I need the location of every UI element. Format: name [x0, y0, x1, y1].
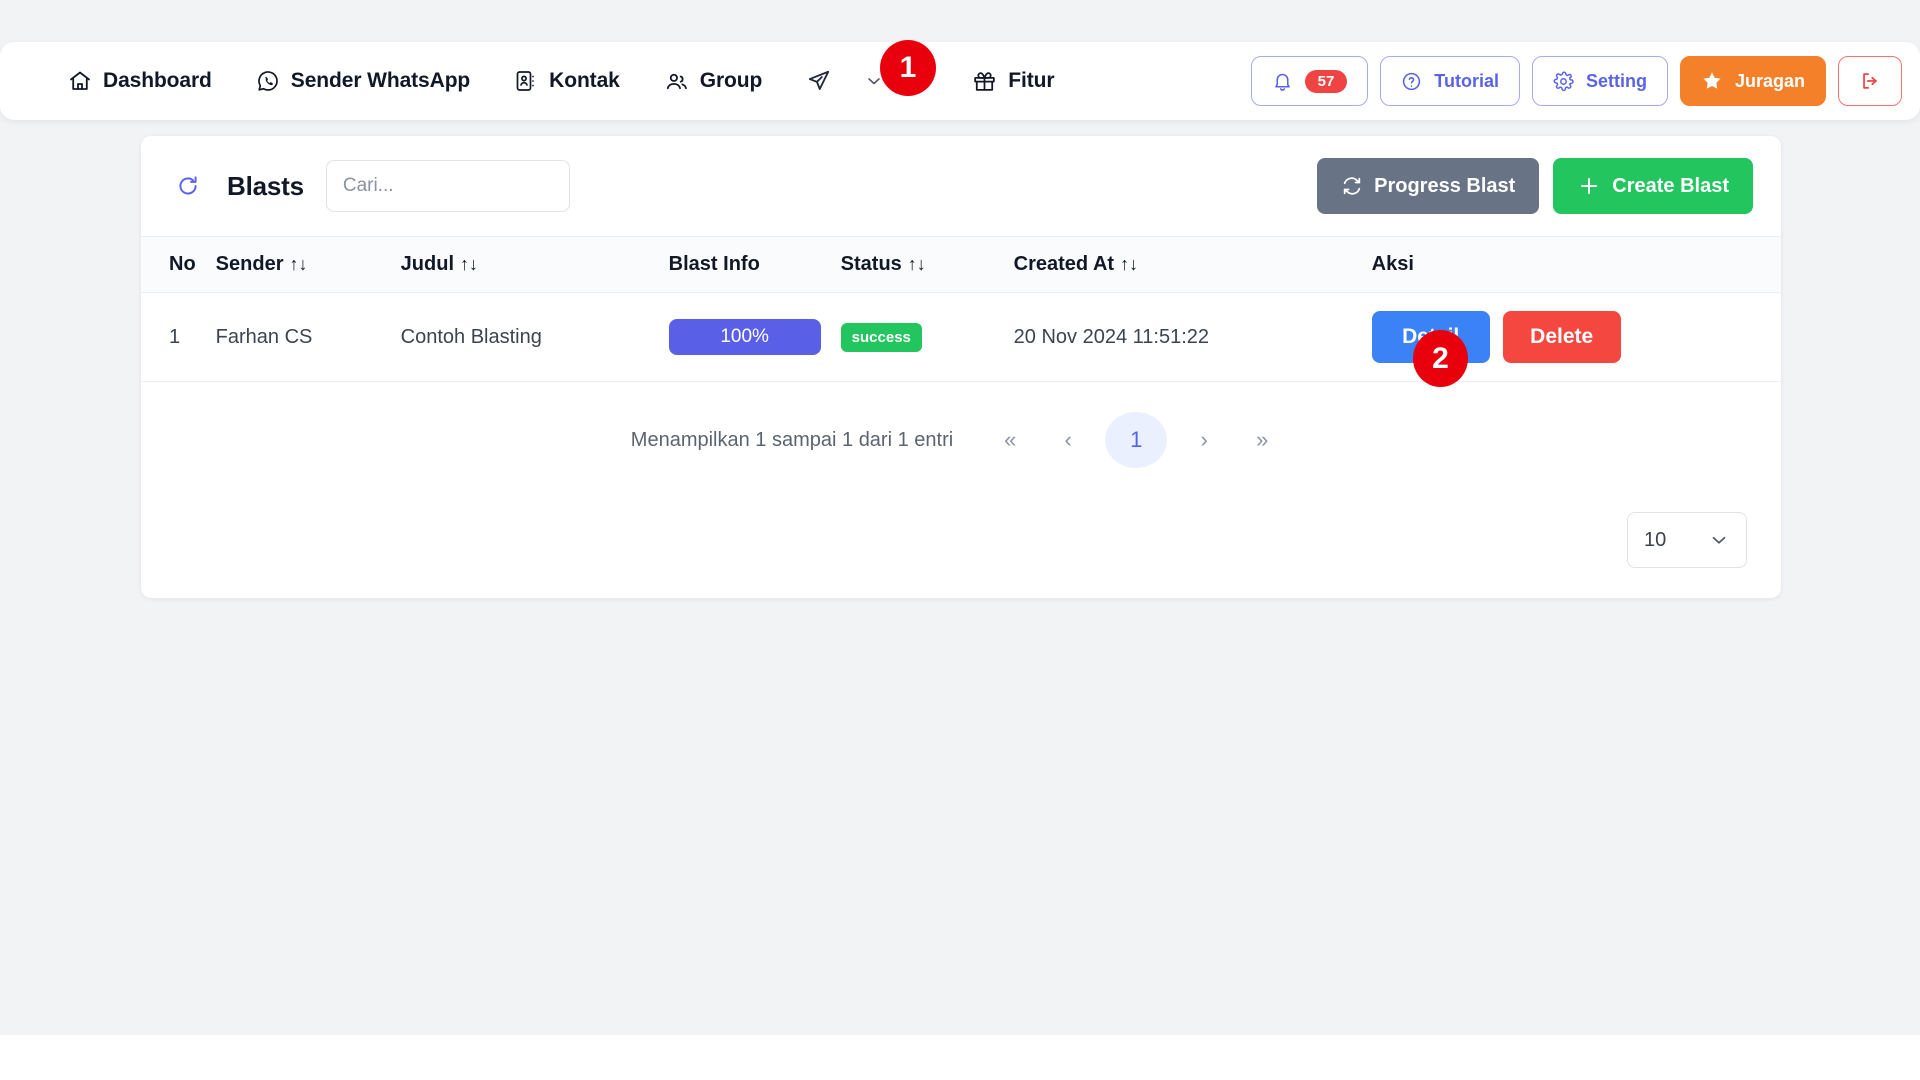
- create-blast-button[interactable]: Create Blast: [1553, 158, 1753, 214]
- cell-created-at: 20 Nov 2024 11:51:22: [1003, 292, 1362, 382]
- top-navbar: Dashboard Sender WhatsApp Kontak Group F…: [0, 42, 1920, 120]
- nav-item-group[interactable]: Group: [642, 61, 785, 102]
- progress-label: 100%: [720, 326, 769, 347]
- column-label: No: [169, 253, 196, 275]
- juragan-label: Juragan: [1734, 70, 1805, 91]
- notification-button[interactable]: 57: [1250, 56, 1369, 106]
- pagination-last[interactable]: »: [1241, 419, 1283, 461]
- setting-label: Setting: [1585, 70, 1647, 91]
- create-blast-label: Create Blast: [1612, 174, 1729, 197]
- column-label: Aksi: [1371, 253, 1414, 275]
- cell-judul: Contoh Blasting: [390, 292, 659, 382]
- column-header-aksi: Aksi: [1362, 237, 1781, 293]
- juragan-button[interactable]: Juragan: [1679, 56, 1826, 106]
- nav-item-label: Sender WhatsApp: [290, 69, 471, 92]
- app-root: Dashboard Sender WhatsApp Kontak Group F…: [0, 0, 1920, 1080]
- table-header-row: No Sender ↑↓ Judul ↑↓ Blast Info Status ↑↓: [141, 236, 1781, 293]
- people-icon: [664, 69, 689, 94]
- column-label: Judul: [400, 253, 455, 275]
- bell-icon: [1272, 71, 1293, 92]
- column-header-blast-info: Blast Info: [659, 237, 831, 293]
- column-header-sender[interactable]: Sender ↑↓: [206, 237, 391, 293]
- notification-count: 57: [1304, 69, 1348, 93]
- logout-button[interactable]: [1838, 56, 1902, 106]
- page-size-select[interactable]: 10: [1627, 512, 1747, 568]
- star-icon: [1701, 70, 1723, 92]
- card-header: Blasts Progress Blast: [141, 136, 1781, 236]
- send-paperplane-icon: [806, 68, 832, 94]
- pagination: Menampilkan 1 sampai 1 dari 1 entri « ‹ …: [141, 382, 1781, 478]
- status-badge: success: [840, 322, 922, 352]
- progress-bar: 100%: [668, 319, 821, 355]
- column-header-no: No: [141, 237, 206, 293]
- gift-icon: [972, 69, 997, 94]
- nav-item-label: Dashboard: [103, 69, 212, 92]
- table-row: 1 Farhan CS Contoh Blasting 100% success…: [141, 292, 1781, 382]
- nav-item-sender-whatsapp[interactable]: Sender WhatsApp: [234, 61, 492, 101]
- table-body: 1 Farhan CS Contoh Blasting 100% success…: [141, 292, 1781, 382]
- tutorial-button[interactable]: Tutorial: [1380, 56, 1520, 106]
- progress-blast-label: Progress Blast: [1374, 174, 1516, 197]
- nav-menu: Dashboard Sender WhatsApp Kontak Group F…: [46, 60, 1251, 102]
- table-head: No Sender ↑↓ Judul ↑↓ Blast Info Status ↑↓: [141, 236, 1781, 293]
- nav-item-label: Fitur: [1008, 69, 1055, 92]
- plus-icon: [1577, 174, 1601, 198]
- refresh-icon[interactable]: [169, 167, 207, 205]
- blasts-card: Blasts Progress Blast: [141, 136, 1781, 598]
- nav-actions: 57 Tutorial Setting Juragan: [1250, 56, 1902, 106]
- contact-card-icon: [514, 69, 538, 93]
- nav-item-dashboard[interactable]: Dashboard: [46, 61, 234, 101]
- delete-button[interactable]: Delete: [1502, 311, 1621, 363]
- column-header-status[interactable]: Status ↑↓: [831, 237, 1004, 293]
- nav-item-label: Group: [699, 69, 763, 92]
- column-header-created-at[interactable]: Created At ↑↓: [1004, 237, 1362, 293]
- page-size-row: 10: [141, 478, 1781, 598]
- sync-icon: [1341, 175, 1363, 197]
- pagination-next[interactable]: ›: [1183, 419, 1225, 461]
- annotation-marker-2: 2: [1413, 330, 1468, 387]
- nav-item-fitur[interactable]: Fitur: [950, 61, 1076, 102]
- chevron-down-icon: [1708, 529, 1730, 551]
- pagination-first[interactable]: «: [989, 419, 1031, 461]
- column-label: Sender: [215, 253, 284, 275]
- nav-item-kontak[interactable]: Kontak: [492, 61, 642, 101]
- cell-status: success: [830, 292, 1004, 382]
- cell-no: 1: [141, 292, 206, 382]
- home-icon: [68, 69, 92, 93]
- card-header-actions: Progress Blast Create Blast: [1317, 158, 1753, 214]
- gear-icon: [1553, 71, 1574, 92]
- pagination-info: Menampilkan 1 sampai 1 dari 1 entri: [630, 428, 954, 451]
- page-title: Blasts: [227, 170, 304, 201]
- annotation-marker-1: 1: [880, 40, 936, 96]
- progress-blast-button[interactable]: Progress Blast: [1317, 158, 1540, 214]
- pagination-page-1[interactable]: 1: [1105, 412, 1168, 468]
- sort-icon[interactable]: ↑↓: [1120, 254, 1138, 274]
- column-label: Blast Info: [668, 253, 760, 275]
- column-label: Created At: [1013, 253, 1115, 275]
- search-input[interactable]: [325, 160, 570, 212]
- logout-icon: [1859, 70, 1881, 92]
- tutorial-label: Tutorial: [1434, 70, 1499, 91]
- sort-icon[interactable]: ↑↓: [908, 254, 926, 274]
- question-circle-icon: [1401, 71, 1422, 92]
- column-label: Status: [840, 253, 902, 275]
- cell-sender: Farhan CS: [205, 292, 391, 382]
- nav-item-label: Kontak: [549, 69, 620, 92]
- sort-icon[interactable]: ↑↓: [289, 254, 307, 274]
- column-header-judul[interactable]: Judul ↑↓: [391, 237, 659, 293]
- sort-icon[interactable]: ↑↓: [460, 254, 478, 274]
- pagination-prev[interactable]: ‹: [1047, 419, 1089, 461]
- page-size-value: 10: [1644, 528, 1667, 551]
- whatsapp-icon: [256, 69, 280, 93]
- blasts-table: No Sender ↑↓ Judul ↑↓ Blast Info Status ↑↓: [141, 236, 1781, 382]
- cell-blast-info: 100%: [658, 292, 831, 382]
- setting-button[interactable]: Setting: [1531, 56, 1668, 106]
